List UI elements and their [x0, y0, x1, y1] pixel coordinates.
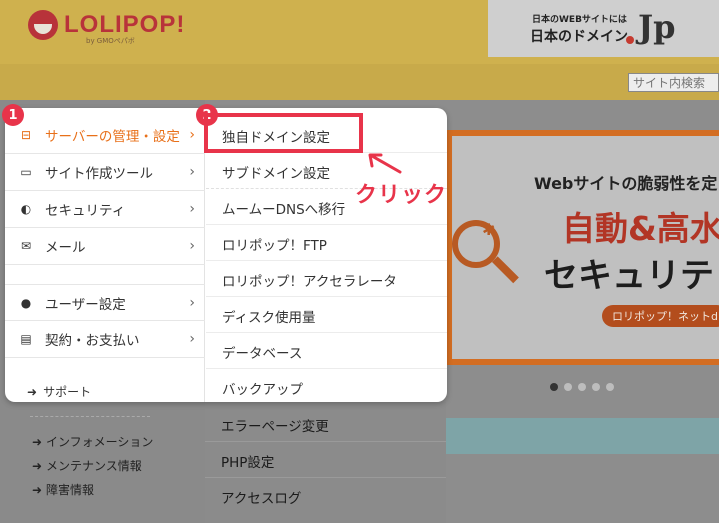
site-search-input[interactable]	[628, 73, 719, 92]
annotation-arrow-icon	[368, 153, 402, 174]
menu-item-server-settings[interactable]: ⊟ サーバーの管理・設定 ›	[5, 117, 205, 154]
submenu-item-muumuu-dns[interactable]: ムームーDNSへ移行	[222, 198, 345, 218]
jp-banner-line1: 日本のWEBサイトには	[532, 15, 627, 25]
menu-item-label: ユーザー設定	[45, 296, 126, 313]
jp-banner-line2: 日本のドメイン	[530, 29, 628, 45]
credit-card-icon: ▤	[20, 332, 32, 346]
submenu-item-php[interactable]: PHP設定	[221, 451, 274, 471]
menu-item-label: 契約・お支払い	[45, 333, 140, 349]
sub-header-bar	[0, 64, 719, 100]
menu-item-support[interactable]: ➜ サポート	[27, 383, 91, 400]
chevron-right-icon: ›	[189, 294, 195, 311]
carousel-dot[interactable]	[564, 383, 572, 391]
server-icon: ⊟	[20, 128, 32, 142]
logo-text: LOLIPOP!	[64, 11, 186, 38]
arrow-right-icon: ➜	[27, 385, 38, 399]
chevron-right-icon: ›	[189, 127, 195, 143]
link-maintenance[interactable]: ➜ メンテナンス情報	[32, 457, 142, 474]
chevron-right-icon: ›	[189, 331, 195, 347]
divider	[206, 224, 447, 225]
submenu-item-accelerator[interactable]: ロリポップ！アクセラレータ	[222, 270, 397, 290]
mail-icon: ✉	[20, 239, 32, 253]
chevron-right-icon: ›	[189, 238, 195, 254]
divider	[206, 296, 447, 297]
support-label: サポート	[43, 385, 92, 399]
submenu-item-ftp[interactable]: ロリポップ！FTP	[222, 234, 327, 254]
submenu-item-subdomain[interactable]: サブドメイン設定	[222, 162, 330, 182]
carousel-dots[interactable]	[550, 383, 614, 391]
divider	[206, 368, 447, 369]
banner-headline: 自動&高水	[562, 209, 719, 248]
click-annotation-label: クリック	[355, 183, 448, 208]
submenu-item-database[interactable]: データベース	[222, 342, 302, 362]
chevron-right-icon: ›	[189, 164, 195, 180]
menu-item-user-settings[interactable]: ● ユーザー設定 ›	[5, 284, 205, 321]
menu-item-label: サイト作成ツール	[45, 166, 153, 182]
jp-logo: Jp	[638, 8, 676, 46]
link-label: インフォメーション	[46, 435, 154, 449]
divider	[205, 441, 446, 442]
jp-dot-icon	[626, 36, 634, 44]
jp-domain-banner[interactable]: 日本のWEBサイトには 日本のドメイン Jp	[488, 0, 719, 57]
menu-item-site-tools[interactable]: ▭ サイト作成ツール ›	[5, 154, 205, 191]
carousel-dot[interactable]	[550, 383, 558, 391]
divider	[206, 332, 447, 333]
carousel-dot[interactable]	[592, 383, 600, 391]
lolipop-logo-mark-icon	[28, 10, 58, 40]
divider	[206, 260, 447, 261]
submenu-item-error-page[interactable]: エラーページ変更	[221, 415, 329, 435]
arrow-right-icon: ➜	[32, 483, 43, 497]
banner-headline-2: セキュリテ	[544, 256, 714, 296]
site-header: LOLIPOP! by GMOペパボ 日本のWEBサイトには 日本のドメイン J…	[0, 0, 719, 64]
link-label: 障害情報	[46, 483, 95, 497]
main-menu: ⊟ サーバーの管理・設定 › ▭ サイト作成ツール › ◐ セキュリティ › ✉…	[5, 108, 205, 402]
menu-item-contract-payment[interactable]: ▤ 契約・お支払い ›	[5, 321, 205, 358]
divider	[205, 477, 446, 478]
carousel-dot[interactable]	[578, 383, 586, 391]
submenu-item-backup[interactable]: バックアップ	[222, 378, 303, 398]
banner-pill: ロリポップ！ネットd	[602, 305, 719, 327]
menu-item-label: サーバーの管理・設定	[45, 129, 180, 145]
highlight-box	[204, 113, 363, 153]
logo-subtext: by GMOペパボ	[86, 37, 135, 45]
arrow-right-icon: ➜	[32, 459, 43, 473]
menu-item-label: セキュリティ	[45, 203, 126, 219]
menu-item-security[interactable]: ◐ セキュリティ ›	[5, 191, 205, 228]
submenu-item-access-log[interactable]: アクセスログ	[221, 487, 301, 507]
shield-icon: ◐	[20, 202, 32, 216]
promo-banner[interactable]: ✱ Webサイトの脆弱性を定 自動&高水 セキュリテ ロリポップ！ネットd	[446, 130, 719, 365]
link-information[interactable]: ➜ インフォメーション	[32, 433, 153, 450]
laptop-icon: ▭	[20, 165, 32, 179]
submenu-item-disk-usage[interactable]: ディスク使用量	[222, 306, 316, 326]
banner-title: Webサイトの脆弱性を定	[534, 174, 718, 193]
divider	[30, 416, 150, 417]
link-label: メンテナンス情報	[46, 459, 142, 473]
arrow-right-icon: ➜	[32, 435, 43, 449]
info-box	[446, 418, 719, 454]
chevron-right-icon: ›	[189, 201, 195, 217]
carousel-dot[interactable]	[606, 383, 614, 391]
step-badge-1: 1	[2, 104, 24, 126]
menu-item-mail[interactable]: ✉ メール ›	[5, 228, 205, 265]
link-outage[interactable]: ➜ 障害情報	[32, 481, 94, 498]
user-icon: ●	[20, 295, 32, 310]
menu-item-label: メール	[45, 240, 86, 256]
gear-icon: ✱	[482, 220, 496, 239]
